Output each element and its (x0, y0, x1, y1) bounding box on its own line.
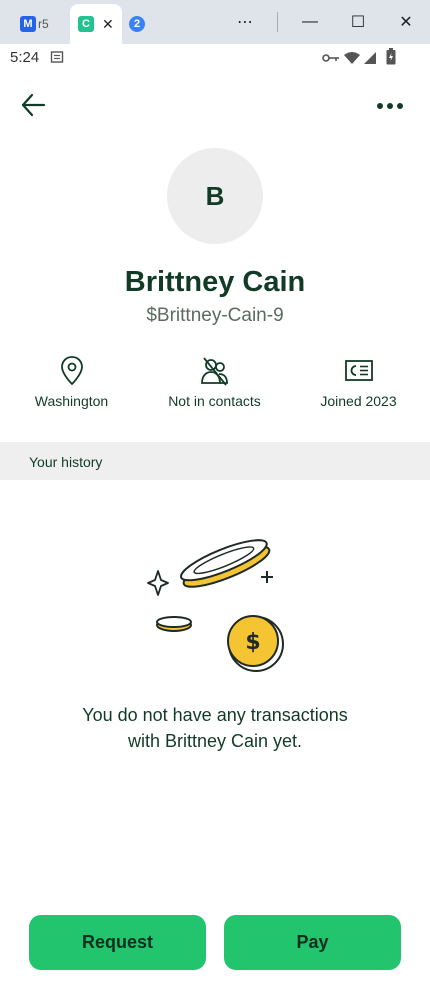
status-bar: 5:24 (0, 44, 430, 72)
history-title: Your history (29, 454, 103, 470)
info-contacts: Not in contacts (143, 355, 286, 409)
info-location: Washington (0, 355, 143, 409)
number-badge-icon: 2 (129, 16, 145, 32)
info-label: Washington (34, 393, 109, 409)
profile-handle: $Brittney-Cain-9 (146, 305, 284, 326)
info-joined: Joined 2023 (287, 355, 430, 409)
close-window-icon[interactable]: ✕ (382, 12, 430, 32)
not-in-contacts-icon (200, 357, 228, 386)
browser-tab-bar: M r5 C ✕ 2 ⋯ — ☐ ✕ (0, 0, 430, 44)
back-arrow-icon[interactable] (18, 90, 50, 122)
empty-line-1: You do not have any transactions (82, 705, 348, 725)
browser-tab-3[interactable]: 2 (124, 4, 154, 44)
request-button[interactable]: Request (29, 915, 206, 970)
cash-app-icon: C (78, 16, 94, 32)
maximize-icon[interactable]: ☐ (334, 12, 382, 32)
browser-tab-2[interactable]: C ✕ (70, 4, 122, 44)
storage-icon (50, 51, 64, 63)
window-controls: ⋯ — ☐ ✕ (221, 4, 430, 40)
wifi-icon (344, 52, 360, 64)
more-options-icon[interactable] (376, 96, 404, 116)
info-label: Not in contacts (168, 393, 261, 409)
id-card-icon (344, 360, 373, 381)
divider (277, 12, 278, 32)
more-options-icon[interactable]: ⋯ (221, 12, 269, 32)
avatar-initial: B (205, 180, 225, 211)
info-label: Joined 2023 (320, 393, 397, 409)
vpn-key-icon (322, 54, 339, 62)
close-tab-icon[interactable]: ✕ (102, 16, 114, 33)
history-section-header: Your history (0, 442, 430, 480)
minimize-icon[interactable]: — (286, 13, 334, 31)
svg-text:$: $ (245, 630, 260, 655)
pay-button[interactable]: Pay (224, 915, 401, 970)
location-pin-icon (60, 356, 83, 386)
profile-info-row: Washington Not in contacts Joined 2023 (0, 355, 430, 415)
coins-illustration-icon: $ (147, 539, 284, 672)
battery-icon (386, 48, 396, 65)
empty-history-message: You do not have any transactions with Br… (0, 702, 430, 754)
signal-icon (364, 52, 376, 64)
avatar: B (167, 148, 263, 244)
browser-tab-1[interactable]: M r5 (0, 4, 68, 44)
tab-title: r5 (38, 17, 49, 31)
status-time: 5:24 (10, 49, 40, 66)
m-app-icon: M (20, 16, 36, 32)
profile-name: Brittney Cain (124, 266, 306, 298)
empty-line-2: with Brittney Cain yet. (127, 731, 303, 751)
